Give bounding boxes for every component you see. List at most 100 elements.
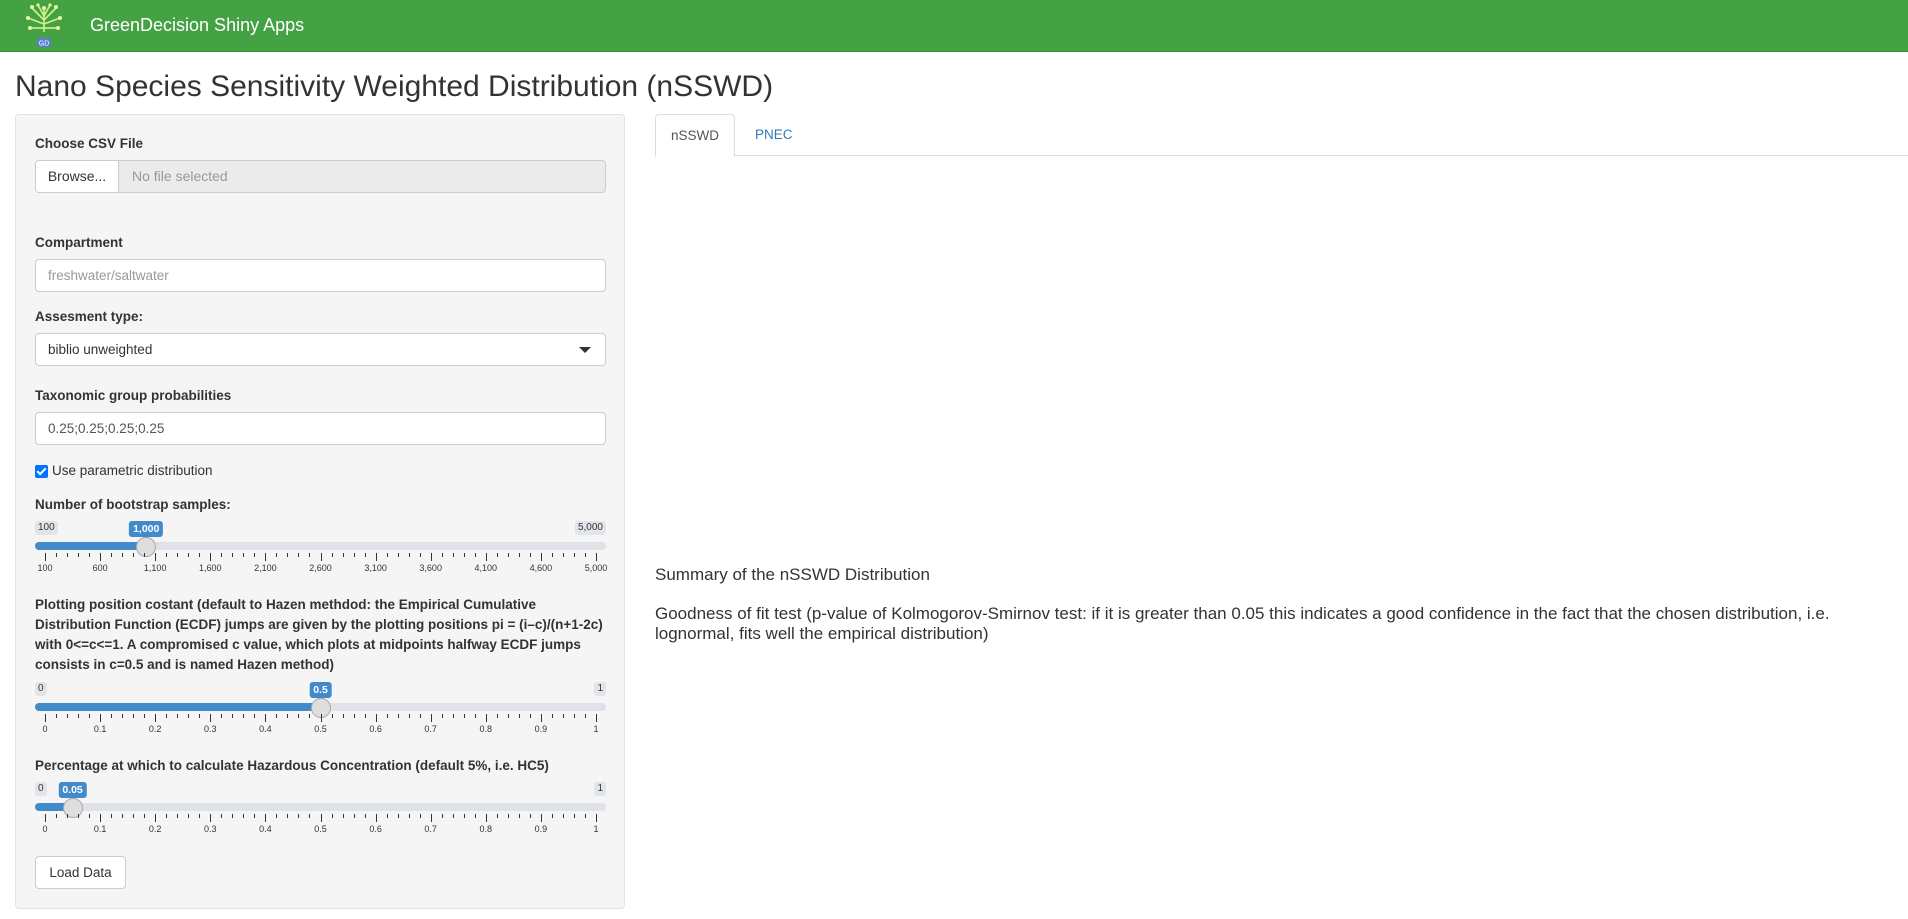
slider-tick xyxy=(45,714,46,722)
slider-minor-tick xyxy=(529,814,531,818)
slider-minor-tick xyxy=(89,553,91,557)
load-data-button[interactable]: Load Data xyxy=(35,856,126,889)
slider-minor-tick xyxy=(551,814,553,818)
slider-tick-label: 0.3 xyxy=(204,724,217,734)
slider-minor-tick xyxy=(353,814,355,818)
slider-value-label: 0.05 xyxy=(58,782,87,801)
main-tabs: nSSWD PNEC xyxy=(655,114,1908,157)
slider-minor-tick xyxy=(243,814,245,818)
file-status-text: No file selected xyxy=(132,168,228,184)
slider-minor-tick xyxy=(386,714,388,718)
navbar-brand[interactable]: GreenDecision Shiny Apps xyxy=(90,15,304,36)
compartment-input[interactable] xyxy=(35,259,606,292)
slider-max-label: 5,000 xyxy=(574,521,606,535)
slider-minor-tick xyxy=(364,714,366,718)
slider-tick xyxy=(596,553,597,561)
tab-nsswd[interactable]: nSSWD xyxy=(655,114,736,157)
slider-minor-tick xyxy=(309,814,311,818)
slider-minor-tick xyxy=(287,553,289,557)
slider-handle[interactable] xyxy=(62,798,83,818)
page-title: Nano Species Sensitivity Weighted Distri… xyxy=(15,70,774,103)
slider-minor-tick xyxy=(386,553,388,557)
slider-minor-tick xyxy=(342,714,344,718)
slider-minor-tick xyxy=(232,714,234,718)
slider-handle[interactable] xyxy=(136,537,157,557)
slider-tick-label: 0.2 xyxy=(148,824,162,834)
slider-minor-tick xyxy=(89,814,91,818)
slider-minor-tick xyxy=(276,553,278,557)
slider-minor-tick xyxy=(573,814,575,818)
slider-minor-tick xyxy=(386,814,388,818)
slider-minor-tick xyxy=(111,814,113,818)
slider-minor-tick xyxy=(452,553,454,557)
slider-tick xyxy=(100,553,102,561)
slider-minor-tick xyxy=(573,553,575,557)
slider-min-label: 0 xyxy=(35,782,47,796)
slider-minor-tick xyxy=(276,814,278,818)
bootstrap-label: Number of bootstrap samples: xyxy=(35,497,231,512)
tab-pnec[interactable]: PNEC xyxy=(740,114,808,156)
file-input-label: Choose CSV File xyxy=(35,136,144,151)
slider-minor-tick xyxy=(331,814,333,818)
slider-minor-tick xyxy=(276,714,278,718)
slider-tick-label: 0.9 xyxy=(534,824,548,834)
assessment-label: Assesment type: xyxy=(35,309,144,324)
slider-tick-label: 0.2 xyxy=(148,724,162,734)
slider-tick-label: 0.4 xyxy=(259,724,272,734)
hazard-percentage-slider[interactable]: 0 1 0.05 0 0.1 0.2 0.3 0.4 0.5 0.6 0.7 0.8 0.9 1 xyxy=(35,782,606,840)
slider-tick-label: 0.6 xyxy=(369,724,382,734)
slider-minor-tick xyxy=(551,714,553,718)
slider-minor-tick xyxy=(452,814,454,818)
slider-tick xyxy=(45,814,46,822)
slider-tick xyxy=(430,553,432,561)
slider-minor-tick xyxy=(474,714,476,718)
tree-logo-icon[interactable]: GD xyxy=(22,2,66,50)
slider-minor-tick xyxy=(463,553,465,557)
assessment-select[interactable]: biblio unweighted xyxy=(35,333,606,366)
slider-tick xyxy=(210,553,212,561)
slider-minor-tick xyxy=(584,553,586,557)
slider-minor-tick xyxy=(419,553,421,557)
slider-minor-tick xyxy=(408,714,410,718)
goodness-of-fit-text: Goodness of fit test (p-value of Kolmogo… xyxy=(655,604,1830,643)
slider-tick-label: 4,600 xyxy=(529,563,553,573)
parametric-checkbox[interactable] xyxy=(35,465,48,478)
slider-tick xyxy=(375,553,377,561)
slider-minor-tick xyxy=(562,553,564,557)
slider-minor-tick xyxy=(166,714,168,718)
slider-tick xyxy=(596,714,597,722)
bootstrap-slider[interactable]: 100 5,000 1,000 100 600 1,100 1,600 2,100 2,6… xyxy=(35,521,607,579)
slider-minor-tick xyxy=(111,714,113,718)
slider-track[interactable] xyxy=(35,803,606,811)
slider-minor-tick xyxy=(342,553,344,557)
slider-minor-tick xyxy=(177,553,179,557)
slider-tick-label: 0.9 xyxy=(534,724,548,734)
slider-minor-tick xyxy=(419,714,421,718)
taxonomic-input[interactable] xyxy=(35,412,606,445)
slider-minor-tick xyxy=(562,814,564,818)
slider-minor-tick xyxy=(122,714,124,718)
slider-minor-tick xyxy=(254,714,256,718)
slider-tick xyxy=(430,814,432,822)
slider-minor-tick xyxy=(298,714,300,718)
slider-minor-tick xyxy=(199,553,201,557)
slider-tick xyxy=(375,714,377,722)
slider-minor-tick xyxy=(287,814,289,818)
slider-minor-tick xyxy=(419,814,421,818)
slider-minor-tick xyxy=(122,814,124,818)
slider-minor-tick xyxy=(188,714,190,718)
slider-tick xyxy=(540,553,542,561)
slider-minor-tick xyxy=(342,814,344,818)
slider-minor-tick xyxy=(584,814,586,818)
slider-minor-tick xyxy=(177,714,179,718)
slider-tick xyxy=(265,814,267,822)
browse-button[interactable]: Browse... xyxy=(36,161,119,192)
assessment-selected-value: biblio unweighted xyxy=(48,342,153,357)
slider-minor-tick xyxy=(331,553,333,557)
slider-minor-tick xyxy=(122,553,124,557)
slider-tick-label: 2,600 xyxy=(309,563,332,573)
slider-minor-tick xyxy=(441,714,443,718)
plotting-position-slider[interactable]: 0 1 0.5 0 0.1 0.2 0.3 0.4 0.5 0.6 0.7 0.8 0.9 1 xyxy=(35,682,606,740)
slider-minor-tick xyxy=(177,814,179,818)
slider-tick-label: 0.4 xyxy=(259,824,272,834)
